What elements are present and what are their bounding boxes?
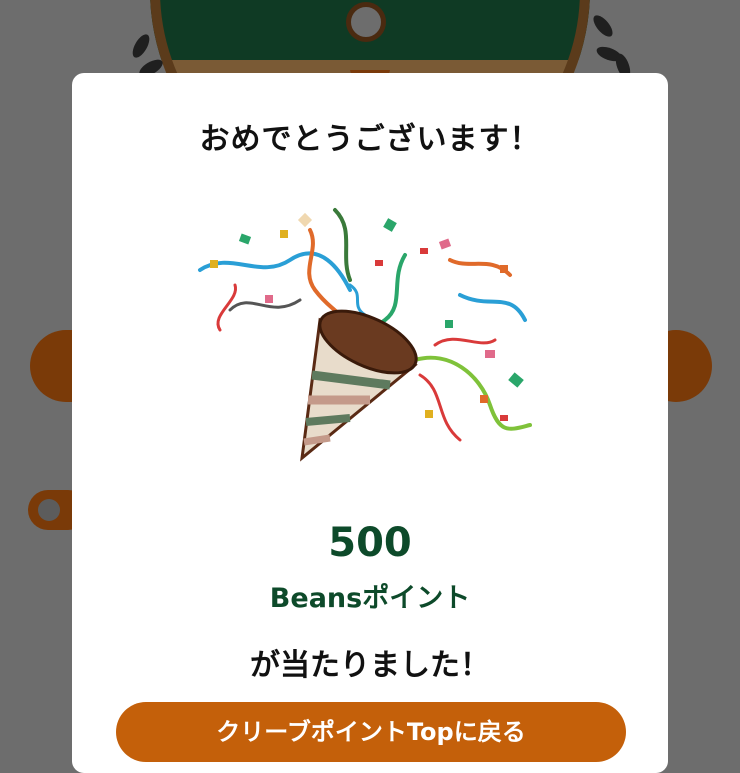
modal-title: おめでとうございます！ — [199, 122, 541, 157]
party-popper-icon — [198, 208, 532, 462]
back-to-top-button[interactable]: クリーブポイントTopに戻る — [116, 702, 626, 762]
coffee-bean-icon — [38, 499, 60, 521]
points-value: 500 — [328, 520, 412, 566]
result-message: が当たりました！ — [250, 648, 490, 683]
points-unit-label: Beansポイント — [269, 583, 471, 614]
leaf-decoration — [590, 12, 616, 40]
